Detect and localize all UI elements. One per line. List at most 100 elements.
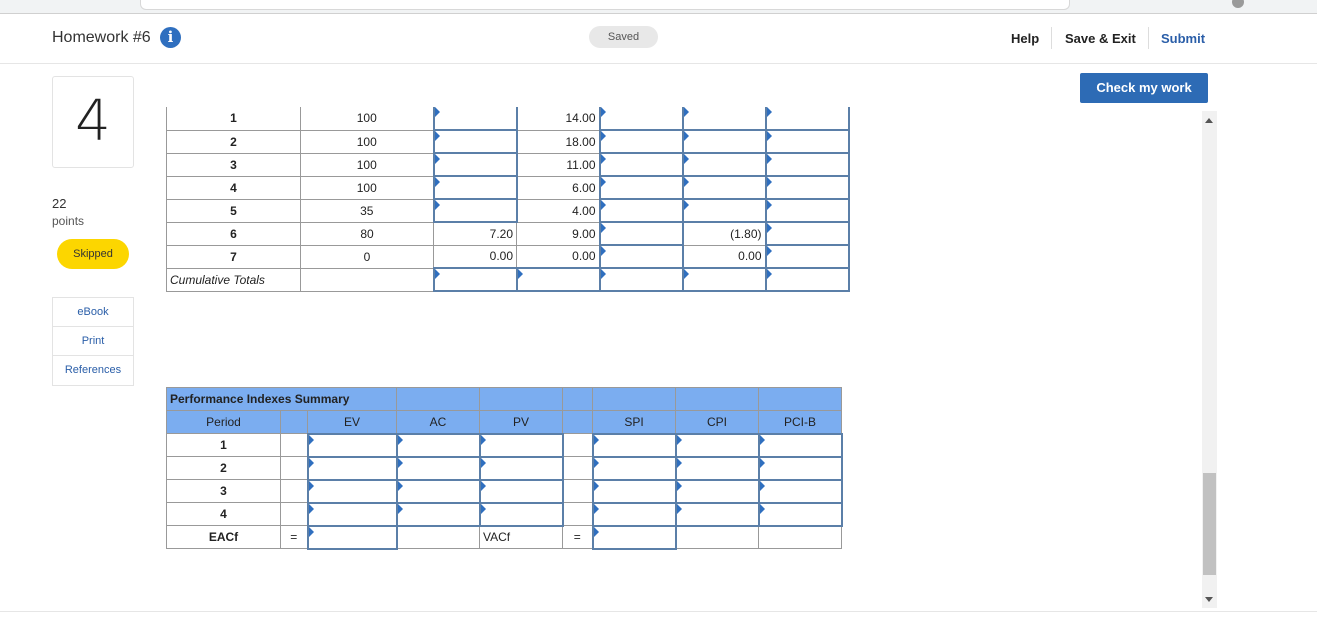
cpi-input[interactable] — [674, 432, 760, 458]
value-cell: (1.80) — [682, 221, 766, 246]
period-cell: 2 — [166, 129, 301, 154]
value-cell: 7.20 — [433, 221, 517, 246]
ac-input[interactable] — [395, 501, 481, 527]
answer-input[interactable] — [764, 267, 850, 292]
answer-input[interactable] — [598, 267, 684, 292]
address-bar[interactable] — [140, 0, 1070, 10]
scroll-thumb[interactable] — [1203, 473, 1216, 575]
pv-input[interactable] — [478, 455, 564, 481]
answer-input[interactable] — [432, 198, 518, 223]
answer-input[interactable] — [764, 107, 850, 131]
header-cpi: CPI — [675, 410, 759, 434]
answer-input[interactable] — [598, 244, 684, 269]
footer-divider — [0, 611, 1317, 612]
summary-header-row: Period EV AC PV SPI CPI PCI-B — [166, 410, 842, 434]
answer-input[interactable] — [681, 175, 767, 200]
scroll-down-icon[interactable] — [1205, 597, 1213, 602]
ac-input[interactable] — [395, 455, 481, 481]
header-ac: AC — [396, 410, 480, 434]
answer-input[interactable] — [764, 244, 850, 269]
spi-input[interactable] — [591, 478, 677, 504]
period-cell: 6 — [166, 221, 301, 246]
pci-b-input[interactable] — [757, 501, 843, 527]
answer-input[interactable] — [432, 267, 518, 292]
table-row: 5 35 4.00 — [166, 198, 850, 223]
profile-avatar-icon[interactable] — [1232, 0, 1244, 8]
answer-input[interactable] — [764, 198, 850, 223]
period-cell: 4 — [166, 502, 281, 526]
help-link[interactable]: Help — [1011, 31, 1039, 46]
print-link[interactable]: Print — [53, 327, 133, 356]
table-row: 4 — [166, 501, 843, 527]
answer-input[interactable] — [598, 221, 684, 246]
spi-input[interactable] — [591, 432, 677, 458]
cpi-input[interactable] — [674, 455, 760, 481]
period-cell: 4 — [166, 175, 301, 200]
ev-input[interactable] — [306, 432, 398, 458]
skipped-badge: Skipped — [57, 239, 129, 269]
answer-input[interactable] — [681, 152, 767, 177]
table-row: 6 80 7.20 9.00 (1.80) — [166, 221, 850, 246]
period-cell: 1 — [166, 433, 281, 457]
pv-input[interactable] — [478, 432, 564, 458]
ev-input[interactable] — [306, 501, 398, 527]
answer-input[interactable] — [432, 175, 518, 200]
header-pci-b: PCI-B — [758, 410, 842, 434]
save-exit-link[interactable]: Save & Exit — [1065, 31, 1136, 46]
period-cell: 7 — [166, 244, 301, 269]
pv-input[interactable] — [478, 501, 564, 527]
value-cell: 100 — [300, 129, 434, 154]
answer-input[interactable] — [598, 152, 684, 177]
performance-indexes-summary-table: Performance Indexes Summary Period EV AC… — [166, 387, 843, 550]
answer-input[interactable] — [432, 129, 518, 154]
info-icon[interactable]: i — [160, 27, 181, 48]
spi-input[interactable] — [591, 501, 677, 527]
answer-input[interactable] — [598, 107, 684, 131]
table-row: 1 — [166, 432, 843, 458]
answer-input[interactable] — [432, 107, 518, 131]
answer-input[interactable] — [764, 129, 850, 154]
ev-input[interactable] — [306, 478, 398, 504]
answer-input[interactable] — [432, 152, 518, 177]
pci-b-input[interactable] — [757, 432, 843, 458]
pv-input[interactable] — [478, 478, 564, 504]
submit-link[interactable]: Submit — [1161, 31, 1205, 46]
answer-input[interactable] — [681, 107, 767, 131]
period-cell: 1 — [166, 107, 301, 131]
answer-input[interactable] — [764, 152, 850, 177]
scroll-up-icon[interactable] — [1205, 118, 1213, 123]
references-link[interactable]: References — [53, 356, 133, 385]
answer-input[interactable] — [598, 198, 684, 223]
answer-input[interactable] — [764, 221, 850, 246]
answer-input[interactable] — [598, 175, 684, 200]
answer-input[interactable] — [681, 198, 767, 223]
vertical-scrollbar[interactable] — [1202, 111, 1217, 608]
equals-sign: = — [562, 525, 593, 549]
answer-input[interactable] — [681, 267, 767, 292]
header-divider — [1148, 27, 1149, 49]
cpi-input[interactable] — [674, 478, 760, 504]
value-cell: 11.00 — [516, 152, 600, 177]
app-header: Homework #6 i Saved Help Save & Exit Sub… — [0, 14, 1317, 64]
vacf-input[interactable] — [591, 524, 677, 550]
value-cell: 100 — [300, 107, 434, 131]
ac-input[interactable] — [395, 478, 481, 504]
answer-input[interactable] — [681, 129, 767, 154]
value-cell: 14.00 — [516, 107, 600, 131]
answer-input[interactable] — [764, 175, 850, 200]
eacf-input[interactable] — [306, 524, 398, 550]
ac-input[interactable] — [395, 432, 481, 458]
cpi-input[interactable] — [674, 501, 760, 527]
spi-input[interactable] — [591, 455, 677, 481]
answer-input[interactable] — [598, 129, 684, 154]
value-cell: 6.00 — [516, 175, 600, 200]
pci-b-input[interactable] — [757, 478, 843, 504]
check-my-work-button[interactable]: Check my work — [1080, 73, 1208, 103]
answer-input[interactable] — [515, 267, 601, 292]
ev-input[interactable] — [306, 455, 398, 481]
period-cell: 3 — [166, 479, 281, 503]
header-ev: EV — [307, 410, 397, 434]
header-pv: PV — [479, 410, 563, 434]
ebook-link[interactable]: eBook — [53, 298, 133, 327]
pci-b-input[interactable] — [757, 455, 843, 481]
